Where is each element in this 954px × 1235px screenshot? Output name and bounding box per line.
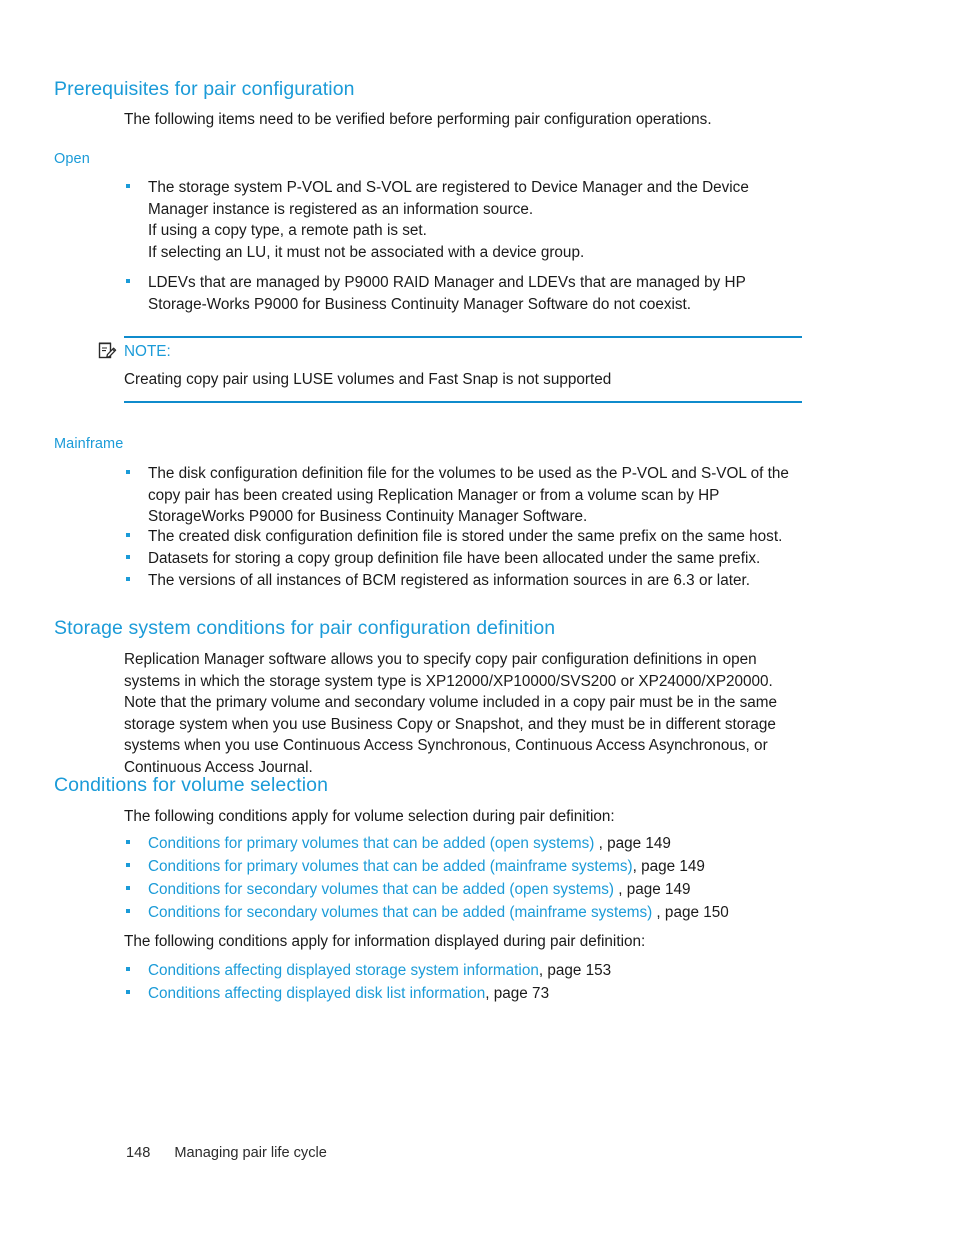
cross-reference-page: , page 153 <box>538 962 612 979</box>
list-item-label: Datasets for storing a copy group defini… <box>148 550 761 567</box>
bullet-marker-icon <box>126 967 130 971</box>
bullet-marker-icon <box>126 577 130 581</box>
heading-conditions-for-volume-selection: Conditions for volume selection <box>54 774 329 796</box>
note-rule-bottom <box>124 401 802 403</box>
list-item-label: The created disk configuration definitio… <box>148 528 783 545</box>
bullet-marker-icon <box>126 470 130 474</box>
heading-mainframe: Mainframe <box>54 436 124 452</box>
list-item-label: LDEVs that are managed by P9000 RAID Man… <box>148 274 746 313</box>
list-item[interactable]: Conditions for secondary volumes that ca… <box>124 902 804 924</box>
list-item: The versions of all instances of BCM reg… <box>124 570 804 592</box>
cross-reference-page: , page 149 <box>594 835 671 852</box>
bullet-marker-icon <box>126 840 130 844</box>
note-body-text: Creating copy pair using LUSE volumes an… <box>124 371 612 388</box>
cross-reference-link[interactable]: Conditions for primary volumes that can … <box>148 835 594 852</box>
heading-storage-system-conditions: Storage system conditions for pair confi… <box>54 617 556 639</box>
paragraph-volume-selection-intro-2: The following conditions apply for infor… <box>124 933 646 950</box>
list-item: The storage system P-VOL and S-VOL are r… <box>124 177 804 220</box>
cross-reference-page: , page 73 <box>485 985 550 1002</box>
footer-chapter-title: Managing pair life cycle <box>174 1145 327 1161</box>
list-item[interactable]: Conditions for primary volumes that can … <box>124 833 804 855</box>
paragraph-open-subline-2: If selecting an LU, it must not be assoc… <box>148 244 585 261</box>
cross-reference-page: , page 149 <box>632 858 705 875</box>
paragraph-volume-selection-intro: The following conditions apply for volum… <box>124 808 615 825</box>
note-rule-top <box>124 336 802 338</box>
list-item: LDEVs that are managed by P9000 RAID Man… <box>124 272 804 315</box>
document-page: Prerequisites for pair configuration The… <box>0 0 954 1235</box>
list-item: The disk configuration definition file f… <box>124 463 804 528</box>
paragraph-open-subline-1: If using a copy type, a remote path is s… <box>148 222 427 239</box>
list-item: Datasets for storing a copy group defini… <box>124 548 804 570</box>
cross-reference-link[interactable]: Conditions for secondary volumes that ca… <box>148 904 652 921</box>
bullet-marker-icon <box>126 886 130 890</box>
list-item-label: The disk configuration definition file f… <box>148 465 789 525</box>
bullet-marker-icon <box>126 990 130 994</box>
list-item-label: The storage system P-VOL and S-VOL are r… <box>148 179 749 218</box>
cross-reference-link[interactable]: Conditions affecting displayed disk list… <box>148 985 485 1002</box>
note-label: NOTE: <box>124 343 171 360</box>
bullet-marker-icon <box>126 184 130 188</box>
heading-open: Open <box>54 151 90 167</box>
cross-reference-link[interactable]: Conditions for secondary volumes that ca… <box>148 881 614 898</box>
bullet-marker-icon <box>126 279 130 283</box>
page-footer: 148 Managing pair life cycle <box>126 1145 327 1161</box>
bullet-marker-icon <box>126 533 130 537</box>
cross-reference-page: , page 150 <box>652 904 729 921</box>
list-item[interactable]: Conditions for primary volumes that can … <box>124 856 804 878</box>
list-item[interactable]: Conditions affecting displayed disk list… <box>124 983 804 1005</box>
bullet-marker-icon <box>126 863 130 867</box>
cross-reference-link[interactable]: Conditions for primary volumes that can … <box>148 858 633 875</box>
heading-prerequisites-for-pair-configuration: Prerequisites for pair configuration <box>54 78 355 100</box>
cross-reference-link[interactable]: Conditions affecting displayed storage s… <box>148 962 539 979</box>
footer-page-number: 148 <box>126 1145 151 1161</box>
bullet-marker-icon <box>126 909 130 913</box>
list-item-label: The versions of all instances of BCM reg… <box>148 572 750 589</box>
list-item[interactable]: Conditions for secondary volumes that ca… <box>124 879 804 901</box>
note-pad-pen-icon <box>98 341 118 361</box>
bullet-marker-icon <box>126 555 130 559</box>
paragraph-storage-system-conditions: Replication Manager software allows you … <box>124 651 778 776</box>
cross-reference-page: , page 149 <box>613 881 691 898</box>
list-item[interactable]: Conditions affecting displayed storage s… <box>124 960 804 982</box>
paragraph-prerequisites-intro: The following items need to be verified … <box>124 111 712 128</box>
list-item: The created disk configuration definitio… <box>124 526 804 548</box>
